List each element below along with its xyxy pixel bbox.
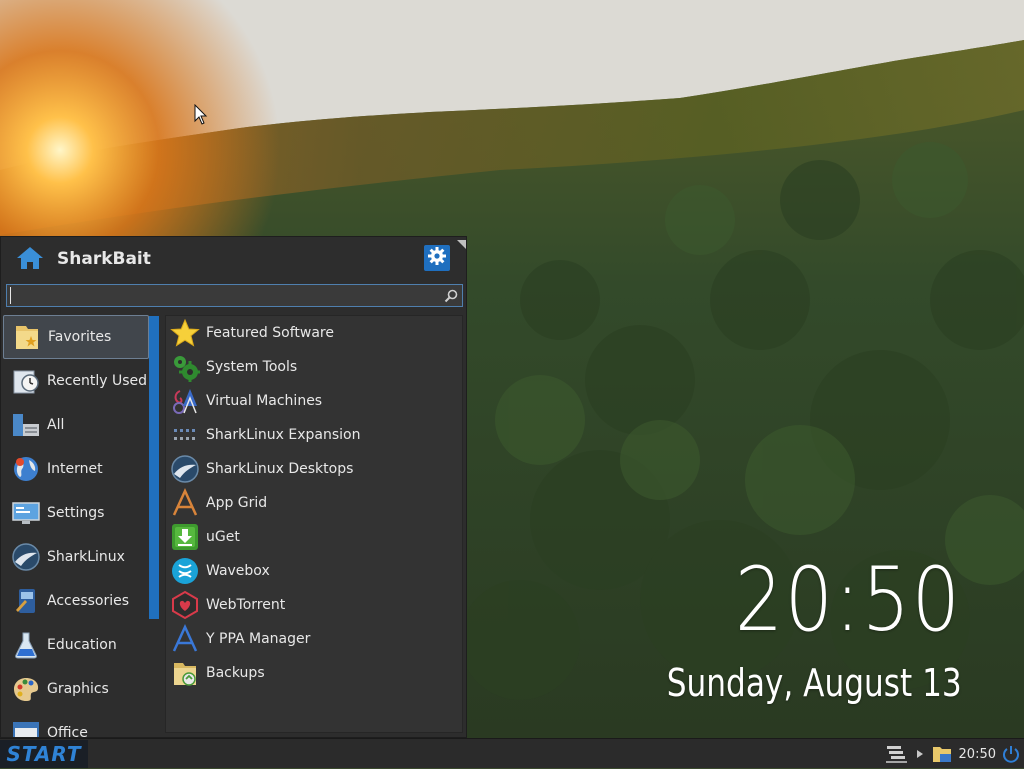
taskbar-clock[interactable]: 20:50 [959, 747, 996, 762]
wavebox-icon [168, 554, 202, 588]
text-caret [10, 287, 11, 304]
app-label: App Grid [206, 495, 268, 511]
favorites-folder-icon [10, 320, 44, 354]
files-folder-icon[interactable] [931, 744, 953, 764]
category-graphics[interactable]: Graphics [3, 667, 149, 711]
app-y-ppa-manager[interactable]: Y PPA Manager [166, 622, 462, 656]
app-sharklinux-expansion[interactable]: SharkLinux Expansion [166, 418, 462, 452]
category-favorites[interactable]: Favorites [3, 315, 149, 359]
app-uget[interactable]: uGet [166, 520, 462, 554]
category-all[interactable]: All [3, 403, 149, 447]
category-internet[interactable]: Internet [3, 447, 149, 491]
home-icon[interactable] [15, 245, 45, 275]
category-label: Recently Used [47, 373, 148, 389]
ppa-manager-icon [168, 622, 202, 656]
app-backups[interactable]: Backups [166, 656, 462, 690]
education-flask-icon [9, 628, 43, 662]
start-menu: SharkBait Favorites Recently Used All In… [0, 236, 467, 738]
search-input[interactable] [6, 284, 463, 307]
sharklinux-icon [9, 540, 43, 574]
category-label: Settings [47, 505, 105, 521]
settings-monitor-icon [9, 496, 43, 530]
category-settings[interactable]: Settings [3, 491, 149, 535]
app-webtorrent[interactable]: WebTorrent [166, 588, 462, 622]
category-sharklinux[interactable]: SharkLinux [3, 535, 149, 579]
app-featured-software[interactable]: Featured Software [166, 316, 462, 350]
menu-header: SharkBait [1, 237, 466, 281]
search-icon[interactable] [444, 288, 458, 307]
office-icon [9, 716, 43, 737]
category-list: Favorites Recently Used All Internet Set… [3, 315, 149, 738]
start-button[interactable]: START [0, 740, 88, 768]
app-label: System Tools [206, 359, 298, 375]
app-grid-icon [168, 486, 202, 520]
user-name: SharkBait [57, 249, 151, 269]
app-list: Featured Software System Tools Virtual M… [165, 315, 463, 733]
app-system-tools[interactable]: System Tools [166, 350, 462, 384]
category-label: Accessories [47, 593, 130, 609]
category-scrollbar[interactable] [149, 316, 159, 619]
app-label: Virtual Machines [206, 393, 323, 409]
internet-globe-icon [9, 452, 43, 486]
category-label: Education [47, 637, 117, 653]
uget-download-icon [168, 520, 202, 554]
gears-icon [168, 350, 202, 384]
accessories-icon [9, 584, 43, 618]
gear-icon [427, 246, 447, 270]
app-label: Featured Software [206, 325, 334, 341]
virtual-machines-icon [168, 384, 202, 418]
app-wavebox[interactable]: Wavebox [166, 554, 462, 588]
graphics-palette-icon [9, 672, 43, 706]
category-label: Graphics [47, 681, 109, 697]
app-label: Backups [206, 665, 265, 681]
mouse-pointer-icon [194, 103, 208, 130]
category-label: Favorites [48, 329, 112, 345]
category-label: Office [47, 725, 88, 738]
app-sharklinux-desktops[interactable]: SharkLinux Desktops [166, 452, 462, 486]
app-label: WebTorrent [206, 597, 286, 613]
app-label: Y PPA Manager [206, 631, 311, 647]
tray-expand-arrow-icon[interactable] [915, 749, 925, 759]
desktop-clock-date: Sunday, August 13 [666, 661, 962, 705]
recently-used-icon [9, 364, 43, 398]
menu-settings-button[interactable] [424, 245, 450, 271]
sharklinux-desktops-icon [168, 452, 202, 486]
app-label: SharkLinux Desktops [206, 461, 354, 477]
category-label: Internet [47, 461, 103, 477]
app-virtual-machines[interactable]: Virtual Machines [166, 384, 462, 418]
app-label: uGet [206, 529, 240, 545]
power-icon[interactable] [1002, 745, 1020, 763]
star-icon [168, 316, 202, 350]
category-office[interactable]: Office [3, 711, 149, 738]
app-label: SharkLinux Expansion [206, 427, 361, 443]
all-apps-icon [9, 408, 43, 442]
system-tray: 20:50 [879, 739, 1024, 769]
category-recently-used[interactable]: Recently Used [3, 359, 149, 403]
backups-folder-icon [168, 656, 202, 690]
network-icon[interactable] [885, 744, 909, 764]
category-accessories[interactable]: Accessories [3, 579, 149, 623]
app-app-grid[interactable]: App Grid [166, 486, 462, 520]
category-education[interactable]: Education [3, 623, 149, 667]
category-label: All [47, 417, 65, 433]
app-label: Wavebox [206, 563, 270, 579]
expansion-dots-icon [168, 418, 202, 452]
resize-corner-icon[interactable] [457, 240, 466, 249]
taskbar: START 20:50 [0, 738, 1024, 768]
webtorrent-icon [168, 588, 202, 622]
category-label: SharkLinux [47, 549, 125, 565]
desktop-clock-time: 20:50 [735, 548, 962, 651]
